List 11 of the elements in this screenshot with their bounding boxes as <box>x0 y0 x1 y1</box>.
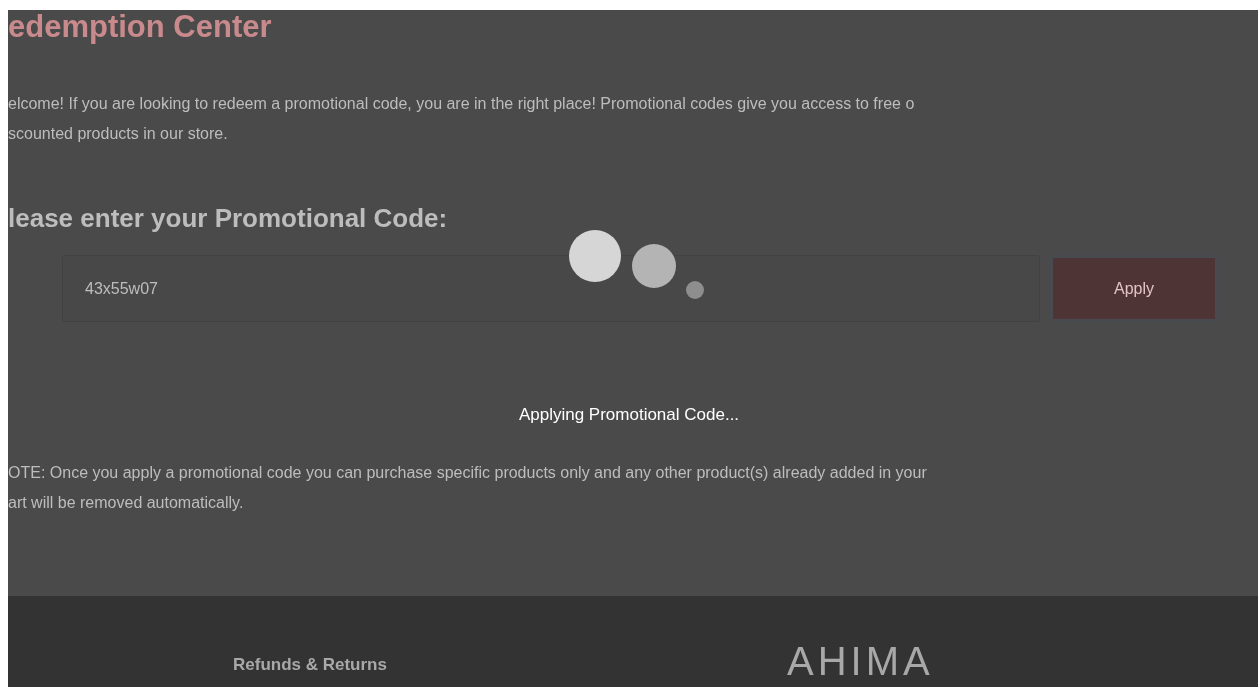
footer-link[interactable]: Refunds & Returns <box>233 652 387 678</box>
page-title: edemption Center <box>8 8 272 46</box>
logo-text: AHIMA <box>786 638 934 684</box>
apply-button[interactable]: Apply <box>1050 255 1218 322</box>
note-text: OTE: Once you apply a promotional code you can purchase specific products only and any other product(s) already added in your <box>8 463 927 483</box>
intro-text: scounted products in our store. <box>8 124 228 144</box>
promo-code-field[interactable]: 43x55w07 <box>62 255 1040 322</box>
loading-message: Applying Promotional Code... <box>518 404 740 426</box>
prompt-heading: lease enter your Promotional Code: <box>8 202 448 235</box>
note-text: art will be removed automatically. <box>8 493 244 513</box>
intro-text: elcome! If you are looking to redeem a promotional code, you are in the right place! Promotional codes give you access to free o <box>8 94 915 114</box>
